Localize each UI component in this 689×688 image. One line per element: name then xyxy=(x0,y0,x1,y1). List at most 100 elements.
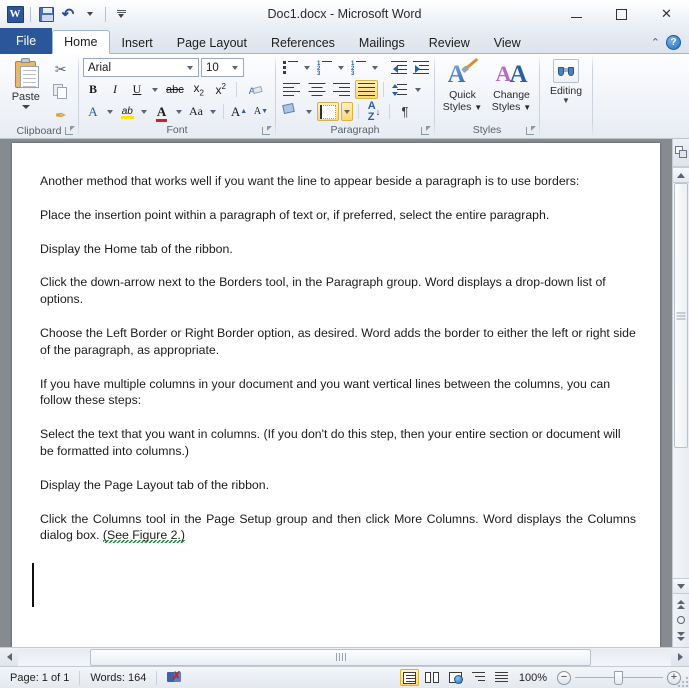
scroll-right-button[interactable] xyxy=(671,649,689,666)
bullets-dropdown-icon[interactable] xyxy=(302,58,312,77)
font-size-chevron-down-icon[interactable] xyxy=(232,65,238,70)
document-paragraph[interactable]: Choose the Left Border or Right Border o… xyxy=(40,325,636,359)
shading-button[interactable] xyxy=(280,102,301,121)
zoom-slider[interactable] xyxy=(575,670,663,685)
editing-dropdown-icon[interactable]: ▼ xyxy=(562,97,570,105)
document-canvas[interactable]: Another method that works well if you wa… xyxy=(0,139,672,647)
tab-view[interactable]: View xyxy=(482,30,533,54)
empty-bordered-paragraph[interactable] xyxy=(32,561,636,613)
numbering-dropdown-icon[interactable] xyxy=(336,58,346,77)
editing-button[interactable]: Editing ▼ xyxy=(544,57,588,122)
document-paragraph[interactable]: Display the Home tab of the ribbon. xyxy=(40,241,636,258)
text-highlight-button[interactable]: ab xyxy=(117,102,137,121)
undo-icon[interactable]: ↶ xyxy=(58,4,78,24)
horizontal-scroll-track[interactable] xyxy=(18,648,671,666)
sort-button[interactable]: AZ ↓ xyxy=(364,100,384,122)
vertical-scroll-track[interactable] xyxy=(673,183,689,578)
bullets-button[interactable] xyxy=(280,58,300,77)
grammar-error-text[interactable]: (See Figure 2.) xyxy=(102,528,185,546)
copy-button[interactable] xyxy=(50,82,71,101)
change-case-button[interactable]: Aa xyxy=(186,102,206,121)
paste-button[interactable]: Paste xyxy=(4,57,48,124)
document-page[interactable]: Another method that works well if you wa… xyxy=(12,143,660,647)
underline-dropdown-icon[interactable] xyxy=(149,80,161,99)
tab-references[interactable]: References xyxy=(259,30,347,54)
tab-mailings[interactable]: Mailings xyxy=(347,30,417,54)
document-paragraph[interactable]: Another method that works well if you wa… xyxy=(40,173,636,190)
change-case-dropdown-icon[interactable] xyxy=(208,102,218,121)
document-paragraph[interactable]: Place the insertion point within a parag… xyxy=(40,207,636,224)
vertical-scroll-thumb[interactable] xyxy=(674,183,688,448)
document-paragraph[interactable]: If you have multiple columns in your doc… xyxy=(40,376,636,410)
bold-button[interactable]: B xyxy=(83,80,103,99)
document-paragraph[interactable]: Click the Columns tool in the Page Setup… xyxy=(40,511,636,546)
text-effects-dropdown-icon[interactable] xyxy=(105,102,115,121)
font-dialog-launcher[interactable] xyxy=(262,126,272,136)
increase-indent-button[interactable] xyxy=(412,58,432,77)
shrink-font-button[interactable]: A ▼ xyxy=(251,102,271,121)
highlight-dropdown-icon[interactable] xyxy=(139,102,149,121)
help-icon[interactable]: ? xyxy=(666,35,681,50)
view-full-screen-reading-button[interactable] xyxy=(423,669,442,686)
scroll-down-button[interactable] xyxy=(673,578,689,594)
cut-button[interactable]: ✂ xyxy=(51,59,71,78)
customize-qat-icon[interactable] xyxy=(111,4,131,24)
paste-dropdown-icon[interactable] xyxy=(21,105,30,109)
font-color-button[interactable]: A xyxy=(152,102,172,122)
align-left-button[interactable] xyxy=(280,80,303,99)
maximize-button[interactable] xyxy=(599,0,644,28)
font-name-combo[interactable]: Arial xyxy=(83,58,199,77)
align-center-button[interactable] xyxy=(305,80,328,99)
font-color-dropdown-icon[interactable] xyxy=(174,102,184,121)
borders-button[interactable] xyxy=(317,102,339,121)
view-draft-button[interactable] xyxy=(492,669,511,686)
format-painter-button[interactable]: ✒ xyxy=(51,105,71,124)
zoom-out-button[interactable]: − xyxy=(557,670,571,685)
page-indicator[interactable]: Page: 1 of 1 xyxy=(0,667,79,688)
view-ruler-button[interactable] xyxy=(673,139,689,167)
clipboard-dialog-launcher[interactable] xyxy=(65,126,75,136)
strikethrough-button[interactable]: abc xyxy=(163,80,187,99)
word-count[interactable]: Words: 164 xyxy=(80,667,156,688)
resize-grip-icon[interactable] xyxy=(678,677,688,687)
line-spacing-dropdown-icon[interactable] xyxy=(412,80,424,99)
select-browse-object-button[interactable] xyxy=(674,613,689,627)
undo-dropdown-icon[interactable] xyxy=(80,4,100,24)
horizontal-scroll-thumb[interactable] xyxy=(90,648,591,666)
change-styles-button[interactable]: AA Change Styles ▼ xyxy=(488,57,535,122)
underline-button[interactable]: U xyxy=(127,80,147,99)
shading-dropdown-icon[interactable] xyxy=(303,102,315,121)
quick-styles-button[interactable]: A Quick Styles ▼ xyxy=(439,57,486,122)
line-spacing-button[interactable] xyxy=(389,80,410,99)
numbering-button[interactable]: 123 xyxy=(314,58,334,77)
justify-button[interactable] xyxy=(355,80,378,99)
borders-dropdown-icon[interactable] xyxy=(341,102,353,121)
horizontal-scrollbar[interactable] xyxy=(0,647,689,666)
zoom-level-label[interactable]: 100% xyxy=(515,672,553,684)
styles-dialog-launcher[interactable] xyxy=(526,126,536,136)
view-outline-button[interactable] xyxy=(469,669,488,686)
decrease-indent-button[interactable] xyxy=(390,58,410,77)
grow-font-button[interactable]: A ▲ xyxy=(229,102,249,121)
zoom-slider-thumb[interactable] xyxy=(614,670,623,685)
minimize-button[interactable] xyxy=(554,0,599,28)
minimize-ribbon-icon[interactable]: ⌃ xyxy=(651,36,660,49)
show-formatting-marks-button[interactable]: ¶ xyxy=(395,102,415,121)
paragraph-dialog-launcher[interactable] xyxy=(421,126,431,136)
scroll-up-button[interactable] xyxy=(673,167,689,183)
text-effects-button[interactable]: A xyxy=(83,102,103,121)
document-paragraph[interactable]: Select the text that you want in columns… xyxy=(40,426,636,460)
align-right-button[interactable] xyxy=(330,80,353,99)
multilevel-dropdown-icon[interactable] xyxy=(370,58,380,77)
view-web-layout-button[interactable] xyxy=(446,669,465,686)
scroll-left-button[interactable] xyxy=(0,649,18,666)
subscript-button[interactable]: x2 xyxy=(189,80,209,99)
document-paragraph[interactable]: Display the Page Layout tab of the ribbo… xyxy=(40,477,636,494)
view-print-layout-button[interactable] xyxy=(399,669,419,686)
font-name-chevron-down-icon[interactable] xyxy=(187,65,193,70)
next-page-button[interactable] xyxy=(674,629,689,643)
clear-formatting-button[interactable]: A xyxy=(242,80,263,99)
proofing-status-button[interactable]: ✗ xyxy=(157,667,193,688)
superscript-button[interactable]: x2 xyxy=(211,80,231,99)
tab-insert[interactable]: Insert xyxy=(110,30,165,54)
